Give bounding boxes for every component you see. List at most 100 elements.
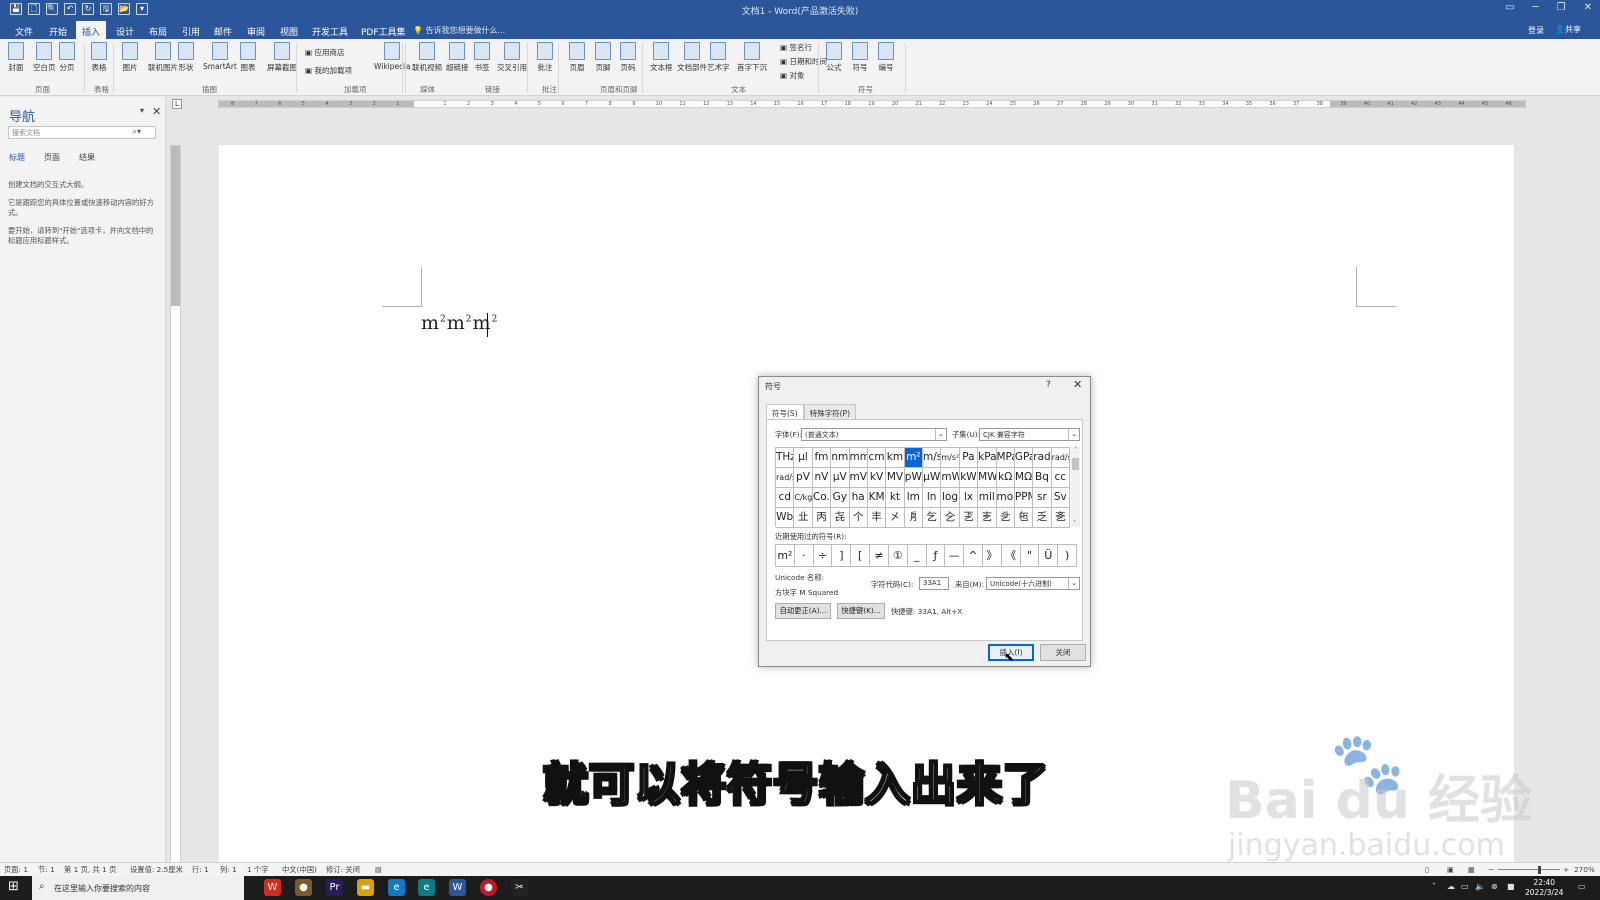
- symbol-cell[interactable]: mol: [996, 488, 1015, 508]
- nav-tab-headings[interactable]: 标题: [9, 152, 25, 163]
- dialog-close-icon[interactable]: ✕: [1073, 378, 1082, 391]
- ribbon-button-7[interactable]: SmartArt: [203, 42, 237, 71]
- symbol-cell[interactable]: 㐎: [1051, 508, 1070, 528]
- ribbon-button-15[interactable]: 批注: [537, 42, 553, 73]
- recent-symbol-cell[interactable]: Ü: [1039, 545, 1059, 567]
- help-button[interactable]: ?: [1046, 380, 1051, 390]
- symbol-cell[interactable]: rad/s²: [776, 468, 795, 488]
- symbol-cell[interactable]: 乧: [996, 508, 1015, 528]
- tab-review[interactable]: 审阅: [241, 23, 271, 40]
- status-language[interactable]: 中文(中国): [282, 865, 317, 875]
- system-clock[interactable]: 22:40 2022/3/24: [1525, 878, 1563, 898]
- status-section[interactable]: 节: 1: [38, 865, 55, 875]
- symbol-cell[interactable]: 乤: [959, 508, 979, 528]
- symbol-cell[interactable]: mV: [849, 468, 868, 488]
- symbol-cell[interactable]: Co.: [812, 488, 832, 508]
- wps-icon[interactable]: W: [264, 879, 281, 896]
- recent-symbol-cell[interactable]: —: [945, 545, 965, 567]
- tab-references[interactable]: 引用: [176, 23, 206, 40]
- symbol-cell[interactable]: m/s²: [941, 448, 960, 468]
- status-track-changes[interactable]: 修订: 关闭: [326, 865, 360, 875]
- symbol-cell[interactable]: ha: [849, 488, 868, 508]
- recent-symbol-cell[interactable]: ≠: [870, 545, 889, 567]
- symbol-cell[interactable]: MΩ: [1014, 468, 1034, 488]
- from-select[interactable]: Unicode(十六进制) ⌄: [986, 577, 1080, 590]
- recent-symbol-cell[interactable]: m²: [776, 545, 795, 567]
- vertical-ruler[interactable]: [170, 145, 181, 863]
- symbol-cell[interactable]: MW: [978, 468, 997, 488]
- symbol-cell[interactable]: 丰: [867, 508, 887, 528]
- symbol-cell[interactable]: 㐊: [978, 508, 997, 528]
- symbol-cell[interactable]: pW: [904, 468, 923, 488]
- taskbar-search-box[interactable]: ⌕ 在这里输入你要搜索的内容: [32, 876, 244, 900]
- symbol-cell[interactable]: cd: [776, 488, 795, 508]
- ribbon-display-icon[interactable]: ▭: [1505, 2, 1514, 13]
- symbol-cell[interactable]: C/kg: [794, 488, 813, 508]
- font-select[interactable]: (普通文本) ⌄: [801, 428, 947, 441]
- zoom-out-icon[interactable]: −: [1488, 865, 1494, 874]
- symbol-cell[interactable]: m²: [904, 448, 923, 468]
- word-icon[interactable]: W: [449, 879, 466, 896]
- symbol-cell[interactable]: nm: [831, 448, 850, 468]
- ribbon-small-button-2[interactable]: ▣ 签名行: [780, 42, 812, 53]
- scroll-thumb[interactable]: [1072, 458, 1079, 470]
- symbol-cell[interactable]: ln: [923, 488, 942, 508]
- windows-start-icon[interactable]: ⊞: [8, 880, 22, 894]
- symbol-cell[interactable]: sr: [1033, 488, 1052, 508]
- nav-tab-pages[interactable]: 页面: [44, 152, 60, 163]
- horizontal-ruler[interactable]: 8 7 6 5 4 3 2 1 1 2 3 4 5 6 7 8 9 10 11 12 13 14 15 16 17 18 19 20 2…: [218, 100, 1526, 108]
- maximize-button[interactable]: ❐: [1557, 2, 1566, 13]
- ribbon-button-3[interactable]: 表格: [91, 42, 107, 73]
- symbol-cell[interactable]: μW: [923, 468, 942, 488]
- symbol-cell[interactable]: Gy: [831, 488, 850, 508]
- ribbon-button-12[interactable]: 超链接: [446, 42, 469, 73]
- ribbon-button-13[interactable]: 书签: [474, 42, 490, 73]
- recent-symbol-cell[interactable]: ·: [794, 545, 814, 567]
- ribbon-button-24[interactable]: 符号: [852, 42, 868, 73]
- symbol-cell[interactable]: log: [941, 488, 960, 508]
- share-button[interactable]: 👤共享: [1555, 24, 1581, 35]
- nav-tab-results[interactable]: 结果: [79, 152, 95, 163]
- symbol-cell[interactable]: 乞: [923, 508, 942, 528]
- tray-app-icon[interactable]: ☁: [1447, 882, 1455, 891]
- symbol-cell[interactable]: μV: [831, 468, 850, 488]
- tab-home[interactable]: 开始: [43, 23, 73, 40]
- status-words[interactable]: 1 个字: [247, 865, 269, 875]
- symbol-cell[interactable]: THz: [776, 448, 795, 468]
- ribbon-button-21[interactable]: 艺术字: [707, 42, 730, 73]
- ime-icon[interactable]: ⊗: [1491, 882, 1498, 891]
- ribbon-small-button-3[interactable]: ▣ 日期和时间: [780, 56, 827, 67]
- ribbon-button-2[interactable]: 分页: [59, 42, 75, 73]
- recent-symbol-cell[interactable]: ): [1058, 545, 1077, 567]
- recent-symbol-cell[interactable]: _: [907, 545, 927, 567]
- ribbon-small-button-4[interactable]: ▣ 对象: [780, 70, 804, 81]
- recent-symbol-cell[interactable]: 》: [982, 545, 1002, 567]
- symbol-cell[interactable]: MV: [886, 468, 905, 488]
- ribbon-button-16[interactable]: 页眉: [569, 42, 585, 73]
- recent-symbol-cell[interactable]: 《: [1001, 545, 1021, 567]
- ribbon-button-23[interactable]: 公式: [826, 42, 842, 73]
- print-layout-icon[interactable]: ▣: [1447, 865, 1454, 874]
- tab-developer[interactable]: 开发工具: [306, 23, 354, 40]
- symbol-cell[interactable]: mil: [978, 488, 997, 508]
- symbol-cell[interactable]: kΩ: [996, 468, 1015, 488]
- symbol-cell[interactable]: MPa: [996, 448, 1015, 468]
- macro-icon[interactable]: ▤: [375, 865, 382, 874]
- scroll-down-icon[interactable]: ˅: [1073, 520, 1076, 527]
- symbol-cell[interactable]: Sv: [1051, 488, 1070, 508]
- symbol-cell[interactable]: 㐌: [1014, 508, 1034, 528]
- capcut-icon[interactable]: ✂: [511, 879, 528, 896]
- recorder-icon[interactable]: ●: [480, 879, 497, 896]
- symbol-cell[interactable]: 㐀: [794, 508, 813, 528]
- ribbon-button-9[interactable]: 屏幕截图: [267, 42, 297, 73]
- ribbon-button-8[interactable]: 图表: [240, 42, 256, 73]
- symbol-cell[interactable]: rad/s: [1051, 448, 1070, 468]
- nav-options-icon[interactable]: ▾: [140, 106, 144, 115]
- symbol-cell[interactable]: mW: [941, 468, 960, 488]
- tab-mailings[interactable]: 邮件: [208, 23, 238, 40]
- tab-layout[interactable]: 布局: [143, 23, 173, 40]
- tab-insert[interactable]: 插入: [76, 21, 107, 39]
- symbol-cell[interactable]: kW: [959, 468, 979, 488]
- ribbon-button-20[interactable]: 文档部件: [677, 42, 707, 73]
- ribbon-button-6[interactable]: 形状: [178, 42, 194, 73]
